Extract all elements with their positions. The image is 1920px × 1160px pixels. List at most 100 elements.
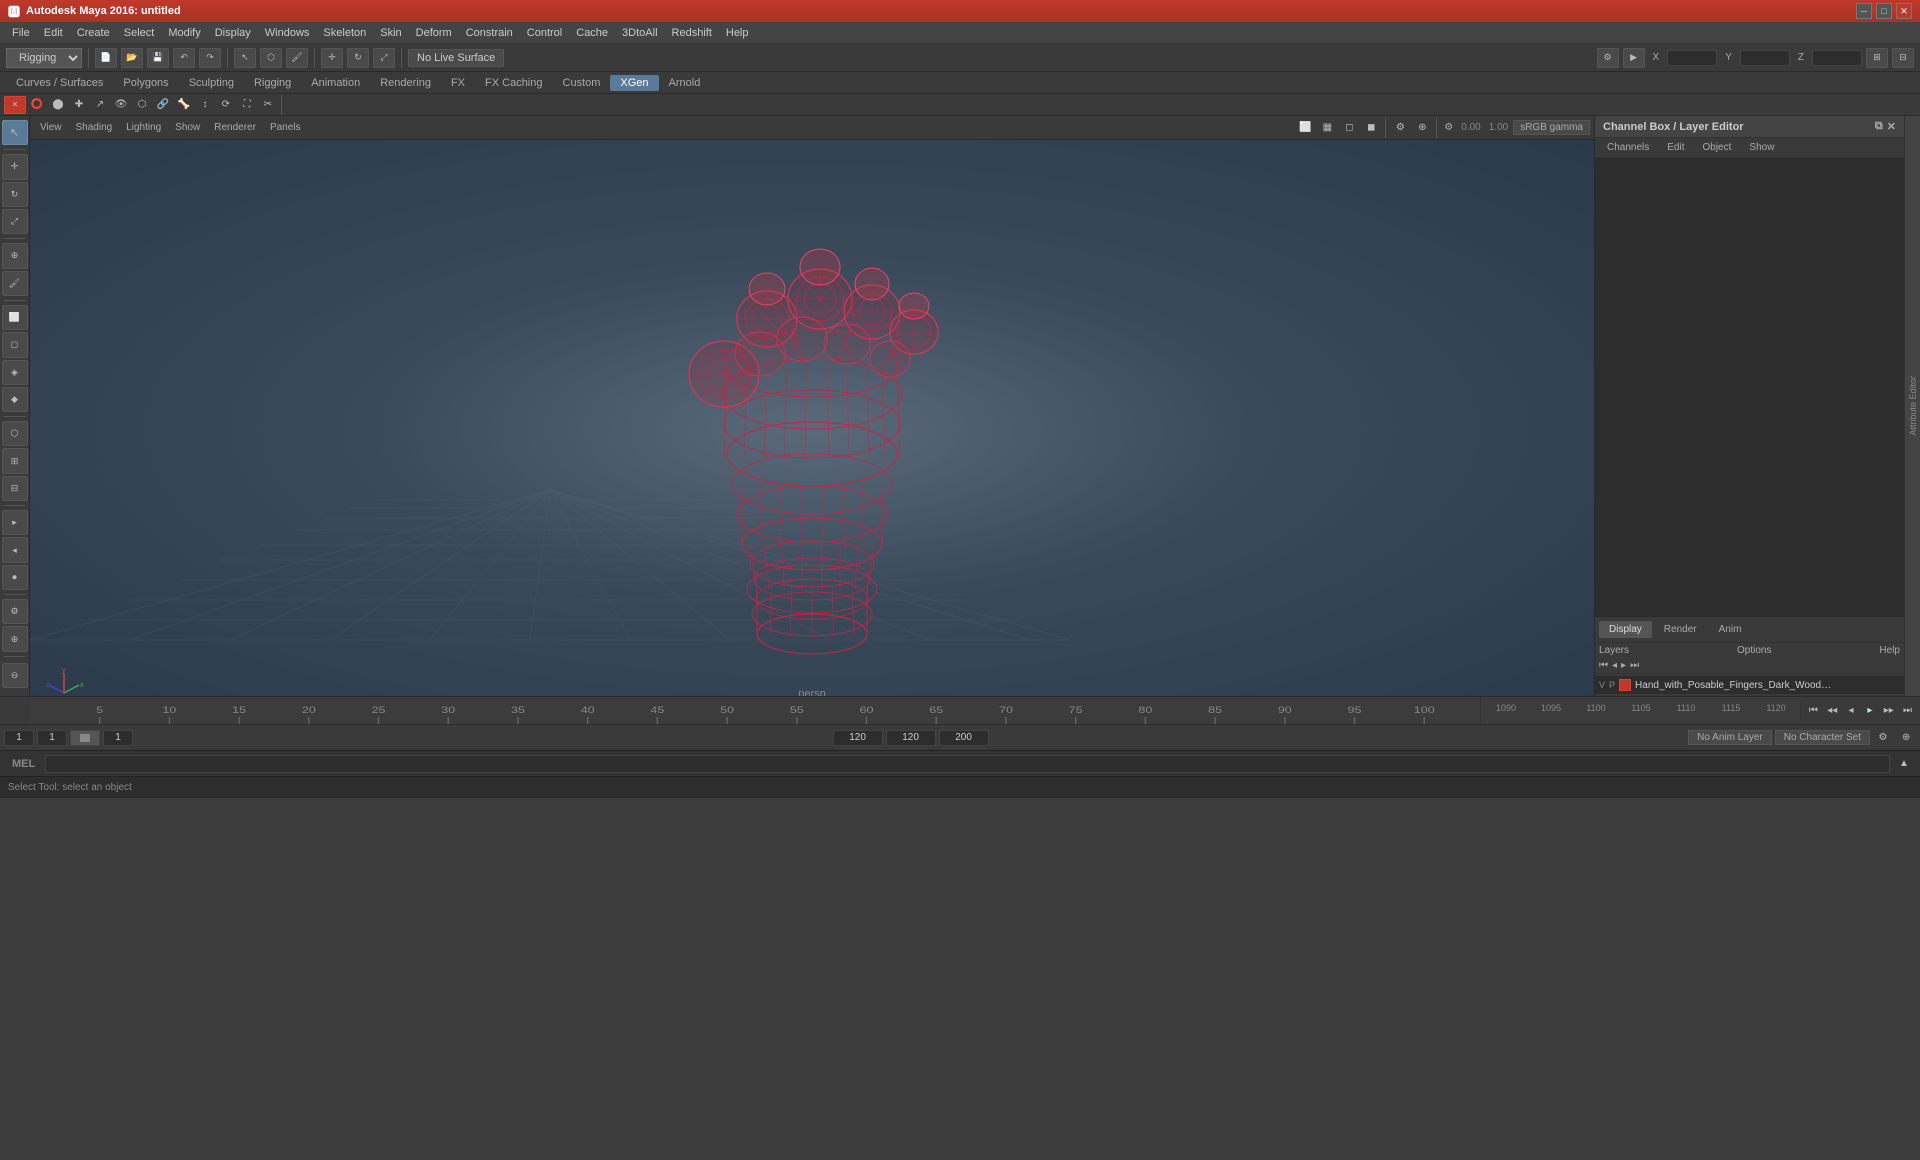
tab-curves-surfaces[interactable]: Curves / Surfaces	[6, 75, 113, 91]
vp-menu-lighting[interactable]: Lighting	[120, 120, 167, 135]
save-scene-btn[interactable]: 💾	[147, 48, 169, 68]
layer-back-btn[interactable]: ◂	[1612, 660, 1617, 671]
max-frames[interactable]: 200	[939, 730, 989, 746]
layer-prev-btn[interactable]: ⏮	[1599, 660, 1608, 671]
tab-sculpting[interactable]: Sculpting	[179, 75, 244, 91]
select-tool-btn[interactable]: ↖	[234, 48, 256, 68]
y-field[interactable]	[1740, 50, 1790, 66]
anim-tool-1[interactable]: ▸	[2, 510, 28, 535]
vp-menu-renderer[interactable]: Renderer	[208, 120, 262, 135]
character-set-dropdown[interactable]: No Character Set	[1775, 730, 1870, 745]
viewport[interactable]: View Shading Lighting Show Renderer Pane…	[30, 116, 1594, 696]
menu-select[interactable]: Select	[118, 25, 161, 41]
cb-layers-label[interactable]: Layers	[1599, 645, 1629, 656]
status-icon-1[interactable]: ⚙	[1873, 729, 1893, 747]
rig-tool-2[interactable]: ⊞	[2, 448, 28, 473]
layer-color-swatch[interactable]	[1619, 679, 1631, 691]
extra-btn-2[interactable]: ⊟	[1892, 48, 1914, 68]
render-btn[interactable]: ▶	[1623, 48, 1645, 68]
render-settings-btn[interactable]: ⚙	[1597, 48, 1619, 68]
timeline-right[interactable]: 1090 1095 1100 1105 1110 1115 1120	[1480, 696, 1800, 724]
new-scene-btn[interactable]: 📄	[95, 48, 117, 68]
current-frame-2[interactable]: 1	[37, 730, 67, 746]
menu-skin[interactable]: Skin	[374, 25, 407, 41]
maximize-button[interactable]: □	[1876, 3, 1892, 19]
channel-box-float-btn[interactable]: ⧉	[1875, 120, 1883, 133]
menu-file[interactable]: File	[6, 25, 36, 41]
shelf-icon-8[interactable]: 🔗	[153, 96, 173, 114]
shelf-icon-10[interactable]: ↕	[195, 96, 215, 114]
minimize-button[interactable]: ─	[1856, 3, 1872, 19]
cb-tab-anim[interactable]: Anim	[1709, 621, 1752, 638]
menu-skeleton[interactable]: Skeleton	[317, 25, 372, 41]
cb-tab-render[interactable]: Render	[1654, 621, 1707, 638]
model-tool-3[interactable]: ◈	[2, 360, 28, 385]
menu-redshift[interactable]: Redshift	[666, 25, 718, 41]
shelf-icon-3[interactable]: ⬤	[48, 96, 68, 114]
tab-arnold[interactable]: Arnold	[659, 75, 711, 91]
menu-create[interactable]: Create	[71, 25, 116, 41]
vp-icon-4[interactable]: ◼	[1361, 119, 1381, 137]
paint-tool-left[interactable]: 🖌	[2, 271, 28, 296]
shelf-icon-1[interactable]: ✕	[4, 96, 26, 114]
shelf-icon-13[interactable]: ✂	[258, 96, 278, 114]
model-tool-1[interactable]: ⬜	[2, 305, 28, 330]
scale-tool-left[interactable]: ⤢	[2, 209, 28, 234]
vp-menu-view[interactable]: View	[34, 120, 68, 135]
shelf-icon-9[interactable]: 🦴	[174, 96, 194, 114]
anim-tool-3[interactable]: ⏺	[2, 565, 28, 590]
shelf-icon-7[interactable]: ⬡	[132, 96, 152, 114]
misc-tool-2[interactable]: ⊕	[2, 626, 28, 651]
cb-tab-edit[interactable]: Edit	[1659, 140, 1692, 155]
paint-btn[interactable]: 🖌	[286, 48, 308, 68]
vp-icon-2[interactable]: ▦	[1317, 119, 1337, 137]
model-tool-4[interactable]: ◆	[2, 387, 28, 412]
x-field[interactable]	[1667, 50, 1717, 66]
channel-box-close-btn[interactable]: ✕	[1887, 120, 1896, 133]
misc-tool-1[interactable]: ⚙	[2, 599, 28, 624]
layer-v-indicator[interactable]: V	[1599, 680, 1605, 690]
mel-expand-btn[interactable]: ▲	[1894, 755, 1914, 773]
z-field[interactable]	[1812, 50, 1862, 66]
layer-next-btn[interactable]: ⏭	[1630, 660, 1639, 671]
menu-modify[interactable]: Modify	[162, 25, 206, 41]
vp-menu-shading[interactable]: Shading	[70, 120, 119, 135]
layer-fwd-btn[interactable]: ▸	[1621, 660, 1626, 671]
vp-menu-show[interactable]: Show	[169, 120, 206, 135]
layer-name[interactable]: Hand_with_Posable_Fingers_Dark_Wood_Fist…	[1635, 680, 1835, 691]
shelf-icon-12[interactable]: ⛶	[237, 96, 257, 114]
vp-render-btn[interactable]: ⚙	[1390, 119, 1410, 137]
menu-deform[interactable]: Deform	[410, 25, 458, 41]
cb-tab-channels[interactable]: Channels	[1599, 140, 1657, 155]
rotate-tool-btn[interactable]: ↻	[347, 48, 369, 68]
shelf-icon-6[interactable]: 👁	[111, 96, 131, 114]
redo-btn[interactable]: ↷	[199, 48, 221, 68]
menu-cache[interactable]: Cache	[570, 25, 614, 41]
vp-icon-3[interactable]: ◻	[1339, 119, 1359, 137]
undo-btn[interactable]: ↶	[173, 48, 195, 68]
anim-layer-dropdown[interactable]: No Anim Layer	[1688, 730, 1772, 745]
workspace-dropdown[interactable]: Rigging	[6, 48, 82, 68]
rotate-tool-left[interactable]: ↻	[2, 182, 28, 207]
pb-back-btn[interactable]: ◂	[1843, 702, 1860, 720]
gamma-value-1[interactable]: 0.00	[1458, 122, 1483, 133]
tab-fx[interactable]: FX	[441, 75, 475, 91]
gamma-dropdown[interactable]: sRGB gamma	[1513, 120, 1590, 135]
cb-options-label[interactable]: Options	[1737, 645, 1771, 656]
cb-tab-object[interactable]: Object	[1695, 140, 1740, 155]
pb-start-btn[interactable]: ⏮	[1805, 702, 1822, 720]
pb-play-btn[interactable]: ▸	[1861, 702, 1878, 720]
shelf-icon-11[interactable]: ⟳	[216, 96, 236, 114]
vp-snap-btn[interactable]: ⊕	[1412, 119, 1432, 137]
tab-custom[interactable]: Custom	[553, 75, 611, 91]
vp-menu-panels[interactable]: Panels	[264, 120, 307, 135]
close-button[interactable]: ✕	[1896, 3, 1912, 19]
scale-tool-btn[interactable]: ⤢	[373, 48, 395, 68]
snap-tool-left[interactable]: ⊕	[2, 243, 28, 268]
cb-tab-show[interactable]: Show	[1741, 140, 1782, 155]
layer-p-indicator[interactable]: P	[1609, 680, 1615, 690]
mel-input[interactable]	[45, 755, 1890, 773]
keyframe-value[interactable]: 1	[103, 730, 133, 746]
cb-help-label[interactable]: Help	[1879, 645, 1900, 656]
tab-rendering[interactable]: Rendering	[370, 75, 441, 91]
